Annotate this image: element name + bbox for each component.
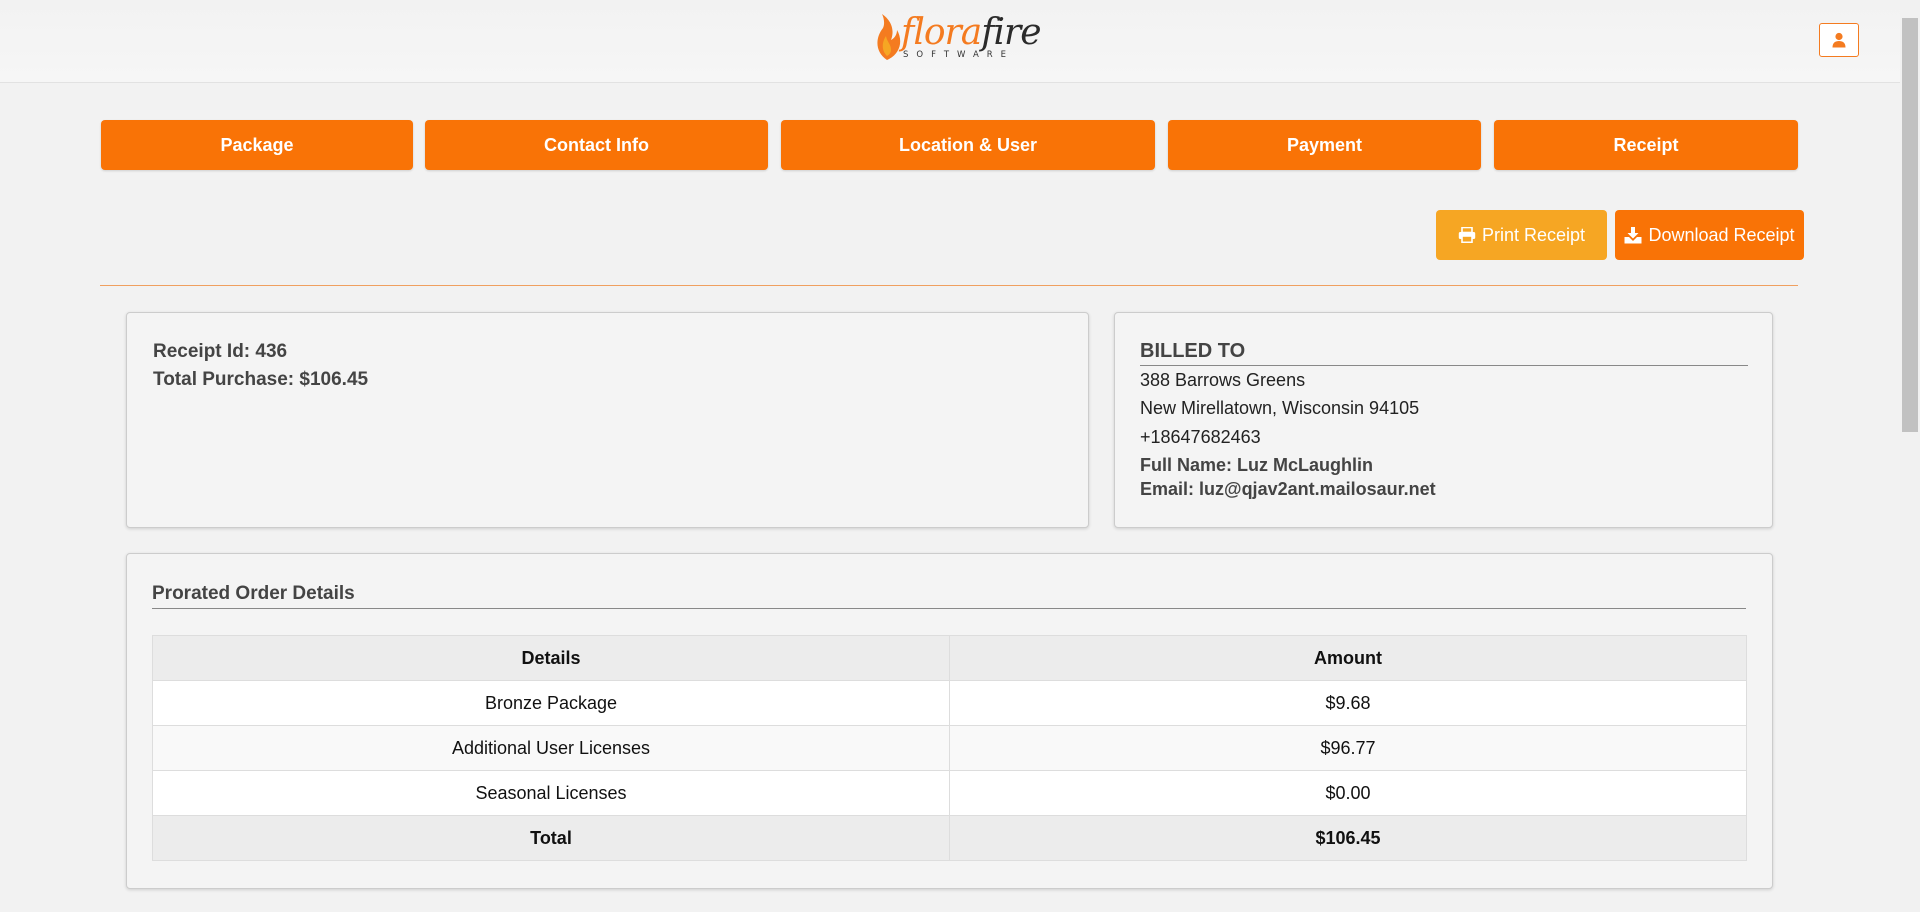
section-divider: [100, 285, 1798, 286]
scrollbar-thumb[interactable]: [1902, 18, 1918, 432]
row-detail: Seasonal Licenses: [152, 770, 950, 816]
total-label: Total: [152, 815, 950, 861]
table-row: Additional User Licenses $96.77: [152, 725, 1747, 771]
table-total-row: Total $106.45: [152, 815, 1747, 861]
row-amount: $0.00: [949, 770, 1747, 816]
step-payment[interactable]: Payment: [1168, 120, 1481, 170]
download-receipt-label: Download Receipt: [1648, 224, 1795, 245]
billing-phone: +18647682463: [1140, 427, 1261, 447]
billed-to-heading: BILLED TO: [1140, 340, 1246, 362]
top-header: florafire SOFTWARE: [0, 0, 1900, 83]
order-details-rule: [152, 608, 1746, 609]
user-icon: [1832, 32, 1846, 48]
table-row: Bronze Package $9.68: [152, 680, 1747, 726]
order-details-panel: Prorated Order Details Details Amount Br…: [126, 553, 1773, 889]
printer-icon: [1458, 227, 1476, 243]
download-receipt-button[interactable]: Download Receipt: [1615, 210, 1804, 260]
row-amount: $96.77: [949, 725, 1747, 771]
print-receipt-button[interactable]: Print Receipt: [1436, 210, 1607, 260]
billed-to-panel: BILLED TO 388 Barrows Greens New Mirella…: [1114, 312, 1773, 528]
flame-icon: [877, 14, 901, 60]
step-package[interactable]: Package: [101, 120, 413, 170]
table-row: Seasonal Licenses $0.00: [152, 770, 1747, 816]
total-purchase: Total Purchase: $106.45: [153, 369, 369, 390]
row-detail: Bronze Package: [152, 680, 950, 726]
receipt-summary-panel: Receipt Id: 436 Total Purchase: $106.45: [126, 312, 1089, 528]
user-account-button[interactable]: [1819, 23, 1859, 57]
order-details-table: Details Amount Bronze Package $9.68 Addi…: [152, 635, 1747, 861]
download-icon: [1624, 226, 1642, 243]
logo-subtitle: SOFTWARE: [903, 50, 1015, 60]
billing-address-line-1: 388 Barrows Greens: [1140, 370, 1306, 390]
total-amount: $106.45: [949, 815, 1747, 861]
step-location-user[interactable]: Location & User: [781, 120, 1155, 170]
print-receipt-label: Print Receipt: [1481, 224, 1586, 245]
billing-address-line-2: New Mirellatown, Wisconsin 94105: [1140, 398, 1420, 418]
billing-full-name: Full Name: Luz McLaughlin: [1140, 455, 1373, 475]
receipt-id: Receipt Id: 436: [153, 341, 288, 362]
row-detail: Additional User Licenses: [152, 725, 950, 771]
order-details-heading: Prorated Order Details: [152, 583, 355, 604]
logo-wordmark: florafire: [901, 12, 1042, 53]
logo-word-fire: fire: [981, 12, 1041, 53]
logo-word-flora: flora: [901, 12, 982, 53]
column-header-details: Details: [152, 635, 950, 681]
table-header-row: Details Amount: [152, 635, 1747, 681]
vertical-scrollbar[interactable]: [1900, 0, 1920, 912]
billing-email: Email: luz@qjav2ant.mailosaur.net: [1140, 479, 1436, 499]
step-receipt[interactable]: Receipt: [1494, 120, 1798, 170]
billed-to-rule: [1140, 365, 1748, 366]
column-header-amount: Amount: [949, 635, 1747, 681]
florafire-logo[interactable]: florafire SOFTWARE: [873, 12, 1042, 64]
step-contact-info[interactable]: Contact Info: [425, 120, 768, 170]
row-amount: $9.68: [949, 680, 1747, 726]
